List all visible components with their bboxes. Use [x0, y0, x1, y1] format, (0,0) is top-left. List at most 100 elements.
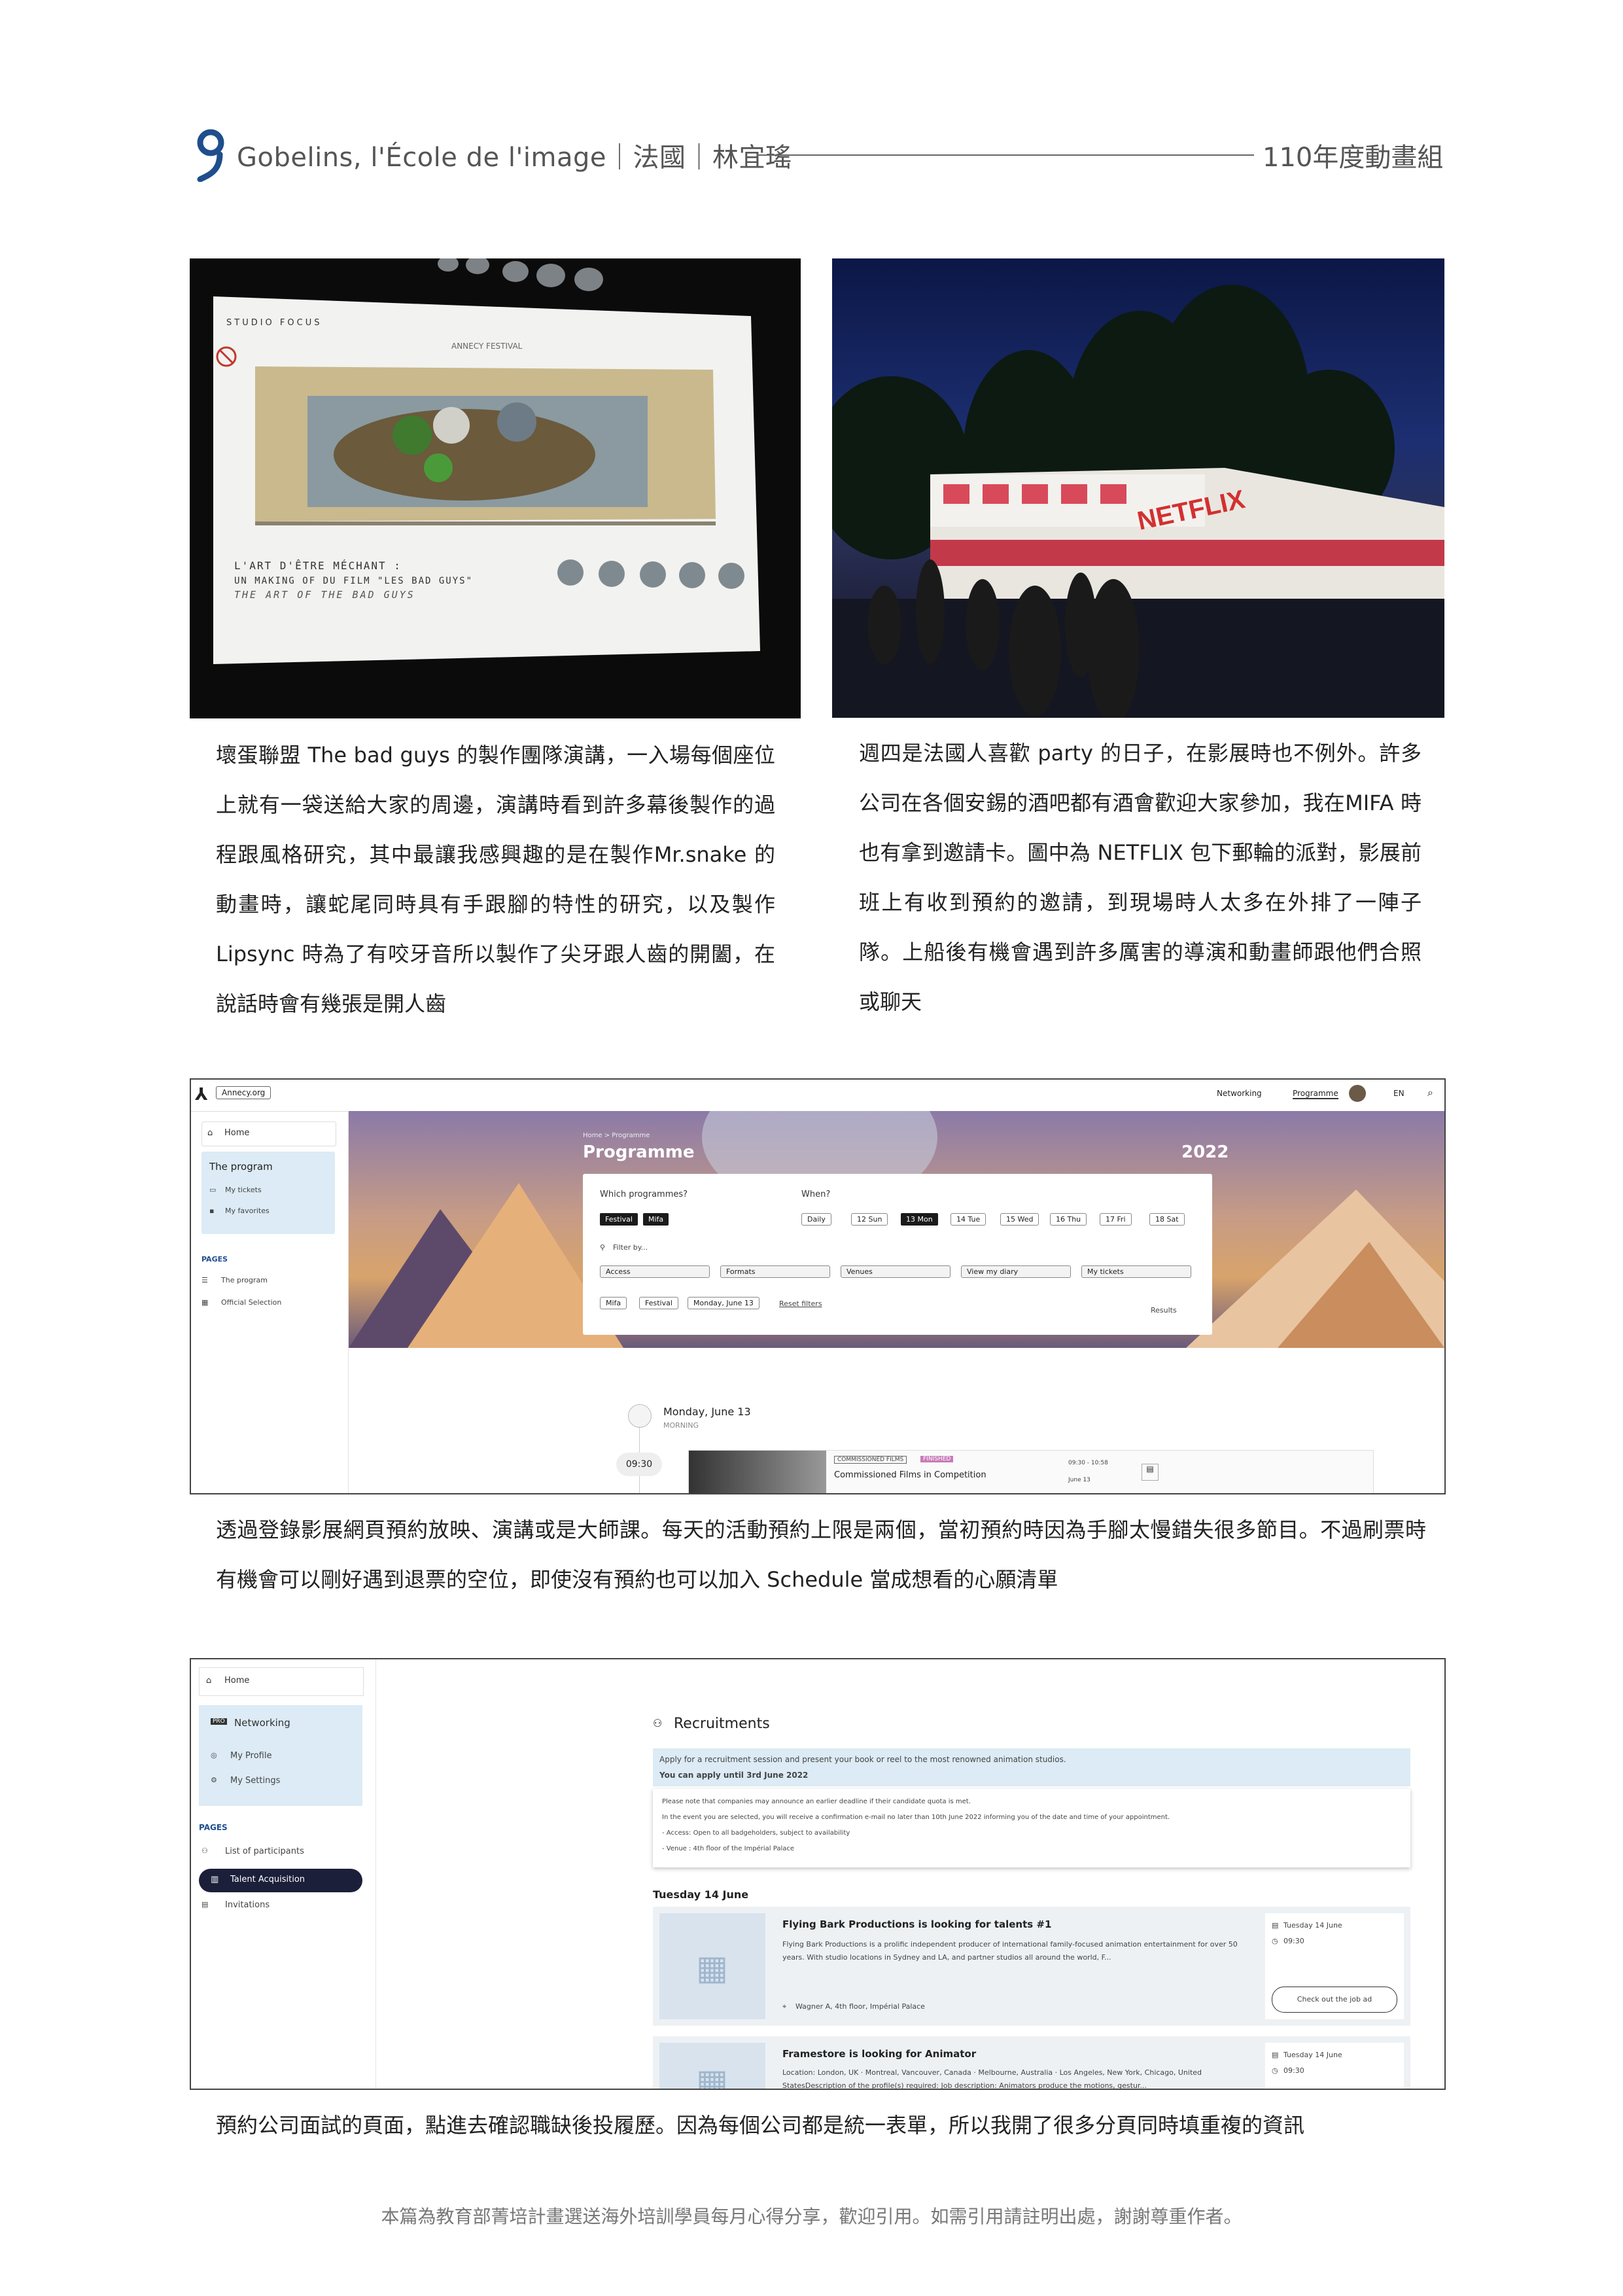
screen-talk-title-2: UN MAKING OF DU FILM "LES BAD GUYS" [234, 576, 473, 586]
day-18-sat[interactable]: 18 Sat [1149, 1213, 1185, 1226]
caption-recruitments: 預約公司面試的頁面，點進去確認職缺後投履歷。因為每個公司都是統一表單，所以我開了… [216, 2113, 1305, 2138]
recruit-talent-acquisition[interactable]: ▥ Talent Acquisition [199, 1869, 362, 1892]
recruit-card[interactable]: ▦ Framestore is looking for Animator Loc… [653, 2036, 1410, 2090]
recruit-home-label: Home [224, 1676, 250, 1686]
event-card[interactable]: COMMISSIONED FILMS FINISHED Commissioned… [688, 1450, 1374, 1493]
recruit-card[interactable]: ▦ Flying Bark Productions is looking for… [653, 1907, 1410, 2026]
sidebar: ⌂ Home The program ▭ My tickets ▪ My fav… [191, 1111, 349, 1493]
recruit-participants[interactable]: List of participants [225, 1846, 304, 1856]
day-12-sun[interactable]: 12 Sun [851, 1213, 888, 1226]
card-date: Tuesday 14 June [1283, 1921, 1342, 1930]
card-title[interactable]: Flying Bark Productions is looking for t… [782, 1918, 1051, 1930]
caption-netflix-party: 週四是法國人喜歡 party 的日子，在影展時也不例外。許多公司在各個安錫的酒吧… [859, 741, 1422, 1014]
day-14-tue[interactable]: 14 Tue [951, 1213, 986, 1226]
filter-view-my-diary[interactable]: View my diary [961, 1265, 1071, 1278]
selection-icon: ▦ [201, 1298, 209, 1307]
recruit-invitations[interactable]: Invitations [225, 1900, 270, 1910]
filter-venues[interactable]: Venues [841, 1265, 951, 1278]
day-daily[interactable]: Daily [801, 1213, 831, 1226]
card-title[interactable]: Framestore is looking for Animator [782, 2048, 976, 2060]
recruit-networking-group: PRO Networking ◎ My Profile ⚙ My Setting… [199, 1705, 362, 1806]
recruit-notes: Please note that companies may announce … [653, 1789, 1410, 1867]
recruit-networking-label[interactable]: Networking [234, 1717, 290, 1729]
sidebar-page-program[interactable]: The program [221, 1276, 268, 1284]
networking-icon: PRO [211, 1718, 227, 1725]
screen-festival-logo: ANNECY FESTIVAL [451, 342, 523, 351]
nav-networking[interactable]: Networking [1217, 1089, 1262, 1098]
recruit-my-profile[interactable]: My Profile [230, 1751, 271, 1761]
card-location: Wagner A, 4th floor, Impérial Palace [795, 2002, 925, 2011]
breadcrumb[interactable]: Home > Programme [583, 1132, 650, 1139]
clock-icon: ◷ [1272, 2066, 1278, 2075]
sidebar-my-tickets[interactable]: My tickets [225, 1186, 262, 1194]
event-time: 09:30 [616, 1453, 662, 1476]
recruit-pages-heading: PAGES [199, 1823, 228, 1832]
results-label: Results [1151, 1306, 1177, 1315]
screen-talk-title-3: THE ART OF THE BAD GUYS [234, 589, 415, 601]
badge-status: FINISHED [920, 1456, 954, 1462]
annecy-site-link[interactable]: Annecy.org [216, 1086, 271, 1099]
home-icon: ⌂ [206, 1676, 212, 1686]
calendar-add-icon[interactable]: ▤ [1142, 1464, 1159, 1481]
badge-category: COMMISSIONED FILMS [834, 1456, 907, 1464]
sidebar-page-official-selection[interactable]: Official Selection [221, 1298, 281, 1307]
card-date: Tuesday 14 June [1283, 2051, 1342, 2059]
participants-icon: ⚇ [201, 1846, 208, 1855]
recruit-notice: Apply for a recruitment session and pres… [653, 1748, 1410, 1786]
language-select[interactable]: EN [1393, 1089, 1405, 1098]
day-13-mon[interactable]: 13 Mon [901, 1213, 938, 1226]
card-description: Location: London, UK · Montreal, Vancouv… [782, 2068, 1202, 2090]
programme-year: 2022 [1181, 1142, 1229, 1162]
notice-line: Apply for a recruitment session and pres… [659, 1755, 1066, 1764]
note-1: Please note that companies may announce … [662, 1798, 971, 1805]
date-heading: Monday, June 13 [663, 1405, 751, 1418]
notice-bold: You can apply until 3rd June 2022 [659, 1771, 809, 1780]
nav-programme[interactable]: Programme [1293, 1089, 1338, 1099]
card-thumbnail: ▦ [659, 2043, 765, 2089]
active-tag-mifa[interactable]: Mifa [600, 1297, 627, 1309]
calendar-icon: ▦ [696, 1949, 729, 1988]
talent-label: Talent Acquisition [230, 1875, 305, 1884]
card-schedule-box: ▤ Tuesday 14 June ◷ 09:30 [1265, 2043, 1404, 2089]
sidebar-home[interactable]: ⌂ Home [201, 1122, 336, 1146]
screen-talk-title-1: L'ART D'ÊTRE MÉCHANT : [234, 559, 402, 572]
talent-icon: ▥ [211, 1875, 219, 1884]
chip-festival[interactable]: Festival [600, 1213, 638, 1226]
reset-filters-link[interactable]: Reset filters [779, 1299, 822, 1308]
screen-studio-focus: STUDIO FOCUS [226, 318, 322, 328]
header-year-group: 110年度動畫組 [1263, 143, 1444, 173]
day-17-fri[interactable]: 17 Fri [1100, 1213, 1132, 1226]
day-15-wed[interactable]: 15 Wed [1000, 1213, 1039, 1226]
avatar[interactable] [1349, 1085, 1366, 1102]
day-16-thu[interactable]: 16 Thu [1050, 1213, 1087, 1226]
event-title[interactable]: Commissioned Films in Competition [834, 1470, 986, 1480]
recruit-heading-icon: ⚇ [653, 1717, 663, 1729]
which-programmes-label: Which programmes? [600, 1190, 688, 1199]
recruit-my-settings[interactable]: My Settings [230, 1776, 280, 1786]
filter-formats[interactable]: Formats [720, 1265, 830, 1278]
recruit-sidebar-home[interactable]: ⌂ Home [199, 1667, 364, 1696]
tickets-icon: ▭ [209, 1186, 217, 1194]
location-pin-icon: ⌖ [782, 2002, 787, 2011]
check-out-job-button[interactable]: Check out the job ad [1272, 1987, 1397, 2013]
active-tag-date[interactable]: Monday, June 13 [688, 1297, 759, 1309]
caption-programme: 透過登錄影展網頁預約放映、演講或是大師課。每天的活動預約上限是兩個，當初預約時因… [216, 1517, 1426, 1592]
favorites-icon: ▪ [209, 1207, 215, 1215]
filter-my-tickets[interactable]: My tickets [1081, 1265, 1191, 1278]
screenshot-programme: ⅄ Annecy.org Networking Programme EN ⌕ ⌂… [190, 1078, 1446, 1494]
search-icon[interactable]: ⌕ [1427, 1086, 1433, 1099]
top-bar: ⅄ Annecy.org Networking Programme EN ⌕ [191, 1080, 1444, 1112]
date-icon: ▤ [1272, 1921, 1279, 1930]
filter-access[interactable]: Access [600, 1265, 710, 1278]
header-divider [757, 154, 1254, 156]
filter-card: Which programmes? Festival Mifa When? Da… [583, 1174, 1212, 1335]
when-label: When? [801, 1190, 831, 1199]
event-date: June 13 [1068, 1477, 1091, 1483]
sidebar-my-favorites[interactable]: My favorites [225, 1207, 270, 1215]
sidebar-program-label[interactable]: The program [209, 1161, 273, 1173]
sidebar-pages-heading: PAGES [201, 1255, 228, 1263]
chip-mifa[interactable]: Mifa [643, 1213, 669, 1226]
recruit-heading: Recruitments [674, 1716, 770, 1732]
active-tag-festival[interactable]: Festival [639, 1297, 678, 1309]
header-title: Gobelins, l'École de l'image｜法國｜林宜瑤 [237, 143, 792, 173]
